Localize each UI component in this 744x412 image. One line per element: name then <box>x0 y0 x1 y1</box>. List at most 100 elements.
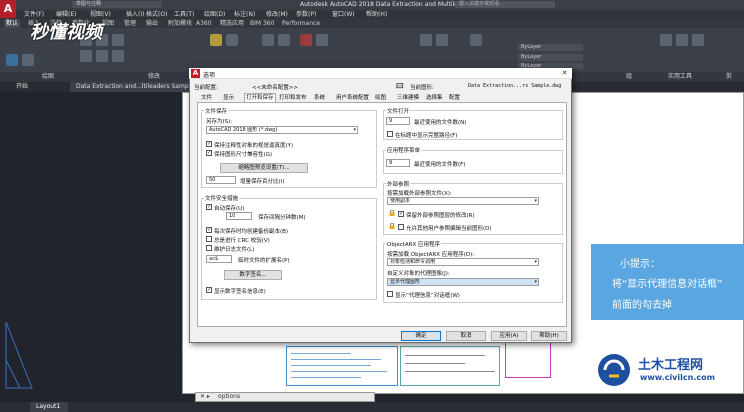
menu-bar: 文件(F) 编辑(E) 视图(V) 插入(I) 格式(O) 工具(T) 绘图(D… <box>16 10 744 19</box>
tab-plot-publish[interactable]: 打印和发布 <box>278 94 308 102</box>
dimension-tool-icon[interactable] <box>316 34 328 46</box>
fillet-tool-icon[interactable] <box>112 50 124 62</box>
menu-parametric[interactable]: 参数(P) <box>296 10 316 19</box>
mirror-tool-icon[interactable] <box>96 50 108 62</box>
ribbon-tab-bim360[interactable]: BIM 360 <box>250 19 274 28</box>
menu-format[interactable]: 格式(O) <box>146 10 167 19</box>
search-input[interactable]: 键入关键字或短语 <box>455 1 555 8</box>
panel-label-utilities[interactable]: 实用工具 <box>668 72 692 82</box>
group-tool-icon[interactable] <box>692 34 704 46</box>
arx-load-combo[interactable]: 对象检测和命令调用 ▾ <box>387 258 539 266</box>
app-menu-group-title: 应用程序菜单 <box>386 146 422 154</box>
log-file-checkbox[interactable] <box>206 245 212 251</box>
file-safety-group-title: 文件安全措施 <box>204 194 240 202</box>
show-digsig-checkbox[interactable]: ✓ <box>206 287 212 293</box>
create-block-icon[interactable] <box>436 34 448 46</box>
ribbon-tab-output[interactable]: 输出 <box>146 19 158 28</box>
backup-checkbox[interactable]: ✓ <box>206 227 212 233</box>
layer-on-icon[interactable] <box>262 34 274 46</box>
lock-icon <box>389 223 395 229</box>
text-tool-icon[interactable] <box>300 34 312 46</box>
apply-button[interactable]: 应用(A) <box>491 331 527 341</box>
ribbon-tab-featured[interactable]: 精选应用 <box>220 19 244 28</box>
file-tab-drawing[interactable]: Data Extraction and...ltileaders Sample* <box>70 82 203 92</box>
copy-tool-icon[interactable] <box>80 50 92 62</box>
ok-button[interactable]: 确定 <box>401 331 441 341</box>
keep-annot-checkbox[interactable]: ✓ <box>206 141 212 147</box>
line-tool-icon[interactable] <box>6 54 18 66</box>
tip-line-2: 前面的勾去掉 <box>612 300 672 311</box>
linetype-combo[interactable]: ByLayer <box>518 54 583 61</box>
tab-selection[interactable]: 选择集 <box>425 94 444 102</box>
panel-label-groups[interactable]: 组 <box>626 72 632 82</box>
autosave-checkbox[interactable]: ✓ <box>206 204 212 210</box>
app-menu-recent-input[interactable]: 9 <box>386 159 410 167</box>
panel-label-modify[interactable]: 修改 <box>148 72 160 82</box>
clipboard-paste-icon[interactable] <box>676 34 688 46</box>
tab-open-save[interactable]: 打开和保存 <box>244 93 276 102</box>
measure-tool-icon[interactable] <box>660 34 672 46</box>
keep-size-checkbox[interactable]: ✓ <box>206 150 212 156</box>
menu-help[interactable]: 帮助(H) <box>366 10 387 19</box>
tab-system[interactable]: 系统 <box>313 94 326 102</box>
ribbon-tab-view[interactable]: 视图 <box>102 19 114 28</box>
dialog-close-button[interactable]: ✕ <box>558 68 571 79</box>
autocad-app-icon[interactable]: A <box>0 0 16 18</box>
menu-draw[interactable]: 绘图(D) <box>204 10 225 19</box>
command-icon[interactable]: ✕ ▸ <box>200 393 210 400</box>
incremental-save-input[interactable]: 50 <box>206 176 236 184</box>
demand-load-label: 按需加载外部参照文件(X): <box>387 191 452 197</box>
full-path-checkbox[interactable] <box>387 131 393 137</box>
panel-label-clipboard[interactable]: 剪 <box>726 72 732 82</box>
layer-properties-icon[interactable] <box>210 34 222 46</box>
demand-load-combo[interactable]: 使用副本 ▾ <box>387 197 539 205</box>
proxy-image-combo[interactable]: 显示代理图形 ▾ <box>387 278 539 286</box>
ribbon-tab-performance[interactable]: Performance <box>282 19 320 28</box>
tab-profiles[interactable]: 配置 <box>448 94 461 102</box>
autosave-minutes-input[interactable]: 10 <box>226 212 252 220</box>
tab-user-preferences[interactable]: 用户系统配置 <box>335 94 370 102</box>
cancel-button[interactable]: 取消 <box>446 331 486 341</box>
ribbon-tab-manage[interactable]: 管理 <box>124 19 136 28</box>
help-button[interactable]: 帮助(H) <box>531 331 567 341</box>
tab-files[interactable]: 文件 <box>200 94 213 102</box>
allow-refedit-checkbox[interactable] <box>398 224 404 230</box>
thumbnail-settings-button[interactable]: 缩略图预览设置(T)... <box>220 163 308 173</box>
command-line-input[interactable]: options <box>195 392 375 402</box>
insert-block-icon[interactable] <box>420 34 432 46</box>
show-proxy-info-label: 显示“代理信息”对话框(W) <box>395 293 460 299</box>
polyline-tool-icon[interactable] <box>22 54 34 66</box>
menu-modify[interactable]: 修改(M) <box>266 10 288 19</box>
ribbon-tab-home[interactable]: 默认 <box>4 19 21 28</box>
crc-checkbox[interactable] <box>206 236 212 242</box>
tab-drafting[interactable]: 绘图 <box>374 94 387 102</box>
save-as-combo[interactable]: AutoCAD 2018 图形 (*.dwg) ▾ <box>206 126 358 134</box>
menu-tools[interactable]: 工具(T) <box>174 10 194 19</box>
layer-freeze-icon[interactable] <box>278 34 290 46</box>
layout-tab[interactable]: Layout1 <box>30 402 68 412</box>
show-proxy-info-checkbox[interactable] <box>387 291 393 297</box>
temp-extension-label: 临时文件的扩展名(P) <box>238 258 290 264</box>
tab-display[interactable]: 显示 <box>222 94 235 102</box>
retain-xref-layers-checkbox[interactable]: ✓ <box>398 211 404 217</box>
temp-extension-input[interactable]: ac$ <box>206 255 232 263</box>
dialog-autocad-icon: A <box>191 69 200 78</box>
workspace-switcher[interactable]: 草图与注释 <box>72 1 162 8</box>
trim-tool-icon[interactable] <box>112 34 124 46</box>
tab-3d-modeling[interactable]: 三维建模 <box>396 94 420 102</box>
objectarx-group-title: ObjectARX 应用程序 <box>386 240 442 248</box>
match-properties-icon[interactable] <box>470 34 482 46</box>
menu-dimension[interactable]: 标注(N) <box>234 10 255 19</box>
ribbon-panel-area <box>0 28 744 72</box>
recent-files-input[interactable]: 9 <box>386 117 410 125</box>
file-tab-start[interactable]: 开始 <box>10 82 34 92</box>
menu-window[interactable]: 窗口(W) <box>332 10 355 19</box>
ribbon-tab-a360[interactable]: A360 <box>196 19 212 28</box>
panel-label-draw[interactable]: 绘图 <box>42 72 54 82</box>
ribbon-tab-addins[interactable]: 附加模块 <box>168 19 192 28</box>
current-profile-label: 当前配置: <box>194 85 218 91</box>
layer-state-icon[interactable] <box>226 34 238 46</box>
menu-insert[interactable]: 插入(I) <box>126 10 144 19</box>
color-combo[interactable]: ByLayer <box>518 44 583 51</box>
digital-signature-button[interactable]: 数字签名... <box>224 270 282 280</box>
